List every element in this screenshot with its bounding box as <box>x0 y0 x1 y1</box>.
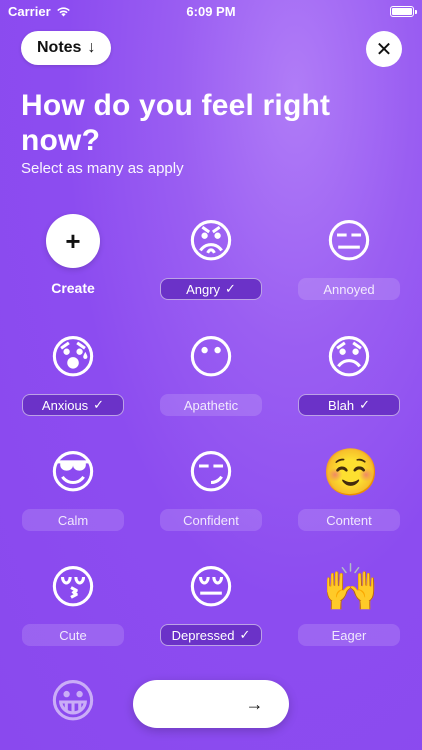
feeling-emoji-icon: 😶 <box>187 330 235 384</box>
feeling-emoji-icon: 😑 <box>325 214 373 268</box>
create-feeling-button[interactable]: + Create <box>22 214 124 296</box>
status-time: 6:09 PM <box>186 3 236 19</box>
page-title: How do you feel right now? <box>21 89 331 157</box>
feeling-chip[interactable]: Blah ✓ <box>298 394 400 416</box>
battery-icon <box>390 5 417 17</box>
feeling-option[interactable]: 😡 Angry ✓ <box>160 214 262 300</box>
feeling-option[interactable]: 😔 Depressed ✓ <box>160 560 262 646</box>
selected-emoji-icon: 😞 <box>198 694 216 714</box>
feeling-option[interactable]: 😞 Blah ✓ <box>298 330 400 416</box>
selected-emoji-icon: 😡 <box>158 694 177 714</box>
arrow-right-icon[interactable]: → <box>245 694 263 715</box>
feeling-chip[interactable]: Content <box>298 509 400 531</box>
feeling-chip[interactable]: Depressed ✓ <box>160 624 262 646</box>
feeling-chip[interactable]: Calm <box>22 509 124 531</box>
arrow-down-icon: ↓ <box>87 39 96 56</box>
checkmark-icon: ✓ <box>359 397 370 412</box>
feeling-option[interactable]: 😶 Apathetic <box>160 330 262 416</box>
checkmark-icon: ✓ <box>239 627 251 642</box>
feeling-option[interactable]: 😚 Cute <box>22 560 124 646</box>
feeling-option[interactable]: 😏 Confident <box>160 445 262 531</box>
feeling-label: Content <box>326 512 372 528</box>
status-bar: Carrier 6:09 PM <box>0 0 422 22</box>
feeling-option[interactable]: 😰 Anxious ✓ <box>22 330 124 416</box>
create-label: Create <box>51 280 95 296</box>
feeling-emoji-icon: 😏 <box>187 445 235 499</box>
notes-button-label: Notes <box>37 39 82 56</box>
close-icon: ✕ <box>375 38 393 61</box>
feeling-emoji-icon: 😀 <box>49 674 97 728</box>
checkmark-icon: ✓ <box>225 281 236 296</box>
feeling-option[interactable]: 😑 Annoyed <box>298 214 400 300</box>
selected-feelings-bar[interactable]: 😡 😔 😞 😰 → <box>133 680 289 728</box>
plus-icon: + <box>46 214 100 268</box>
notes-button[interactable]: Notes ↓ <box>21 31 112 65</box>
feeling-emoji-icon: ☺️ <box>322 445 380 499</box>
feeling-label: Apathetic <box>183 397 239 413</box>
feeling-label: Blah <box>328 397 355 413</box>
feeling-emoji-icon: 😡 <box>187 214 235 268</box>
page-subtitle: Select as many as apply <box>21 160 184 177</box>
feeling-emoji-icon: 😚 <box>49 560 97 614</box>
feeling-label: Eager <box>331 627 367 643</box>
feeling-label: Calm <box>57 512 89 528</box>
feeling-option[interactable]: 😀 <box>22 674 124 728</box>
close-button[interactable]: ✕ <box>366 31 402 67</box>
feeling-label: Depressed <box>171 627 235 643</box>
selected-emoji-icon: 😰 <box>217 694 236 714</box>
feeling-label: Cute <box>59 627 87 643</box>
feeling-label: Confident <box>183 512 239 528</box>
feeling-chip[interactable]: Anxious ✓ <box>22 394 124 416</box>
feeling-emoji-icon: 😎 <box>49 445 97 499</box>
feeling-emoji-icon: 😞 <box>325 330 373 384</box>
feeling-label: Annoyed <box>323 281 375 297</box>
feeling-option[interactable]: 🙌 Eager <box>298 560 400 646</box>
feeling-label: Angry <box>186 281 221 297</box>
feeling-chip[interactable]: Angry ✓ <box>160 278 262 300</box>
feeling-chip[interactable]: Eager <box>298 624 400 646</box>
feeling-emoji-icon: 😔 <box>187 560 235 614</box>
feeling-chip[interactable]: Annoyed <box>298 278 400 300</box>
checkmark-icon: ✓ <box>93 397 105 412</box>
feeling-chip[interactable]: Cute <box>22 624 124 646</box>
feeling-option[interactable]: 😎 Calm <box>22 445 124 531</box>
feeling-option[interactable]: ☺️ Content <box>298 445 400 531</box>
feeling-emoji-icon: 🙌 <box>322 560 380 614</box>
feeling-chip[interactable]: Confident <box>160 509 262 531</box>
selected-emoji-icon: 😔 <box>178 694 196 714</box>
feeling-label: Anxious <box>41 397 89 413</box>
feeling-chip[interactable]: Apathetic <box>160 394 262 416</box>
feeling-emoji-icon: 😰 <box>49 330 97 384</box>
